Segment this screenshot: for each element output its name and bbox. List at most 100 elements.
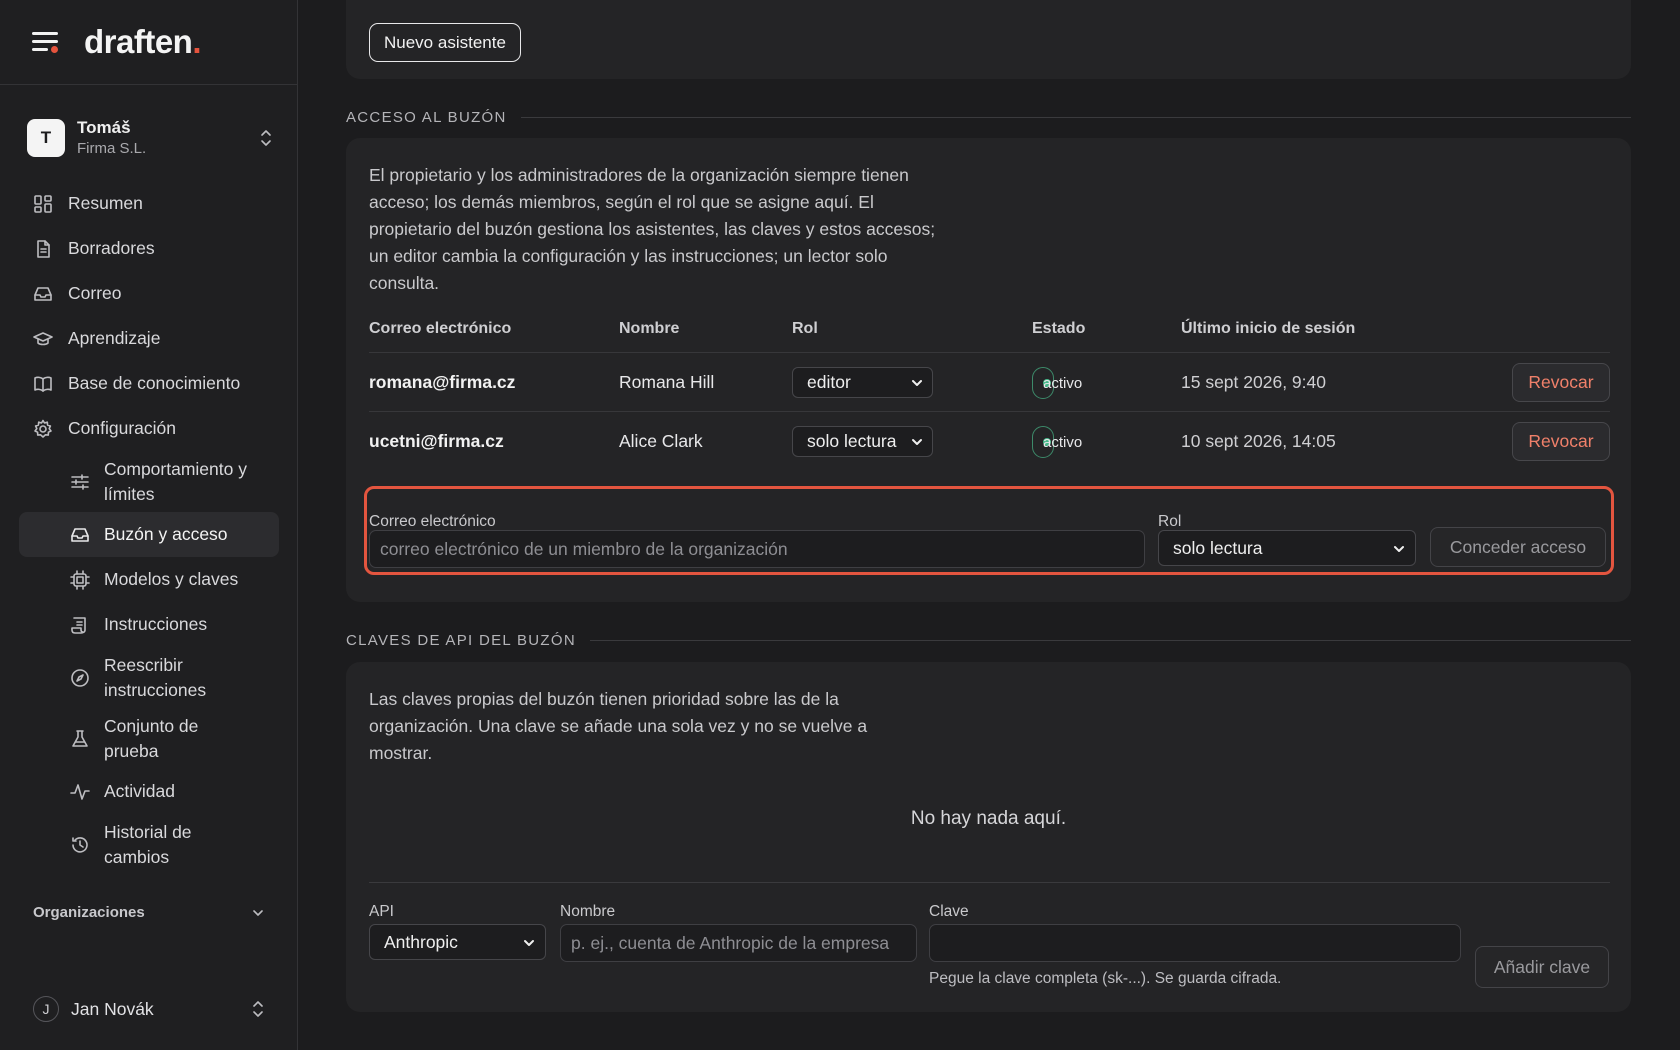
row-email: romana@firma.cz [369,372,516,392]
dashboard-icon [34,194,52,213]
inbox-icon [71,527,89,542]
column-header: Estado [1032,320,1086,337]
inbox-icon [34,286,52,301]
key-hint: Pegue la clave completa (sk-...). Se gua… [929,970,1282,987]
graduation-cap-icon [33,331,53,345]
sidebar-item-historial[interactable]: Historial de cambios [19,814,279,875]
sidebar-item-resumen[interactable]: Resumen [19,181,279,226]
menu-icon[interactable] [32,31,60,53]
account-org: Firma S.L. [77,140,147,158]
chevron-down-icon [253,909,263,916]
role-select[interactable]: editor [792,367,933,398]
main-content: Nuevo asistente ACCESO AL BUZÓN El propi… [298,0,1680,1050]
sidebar-item-label: Resumen [68,193,143,213]
avatar: T [27,119,65,157]
chevron-down-icon [912,380,922,386]
sidebar-item-label: Base de conocimiento [68,373,241,393]
column-header: Último inicio de sesión [1181,320,1356,337]
gear-icon [34,419,52,438]
sidebar-item-modelos-y-claves[interactable]: Modelos y claves [19,557,279,602]
status-badge: activo [1032,426,1082,458]
sidebar-item-label: Conjunto de prueba [104,716,199,761]
column-header: Correo electrónico [369,320,512,337]
grant-access-form: Correo electrónico correo electrónico de… [364,486,1614,575]
sidebar-item-correo[interactable]: Correo [19,271,279,316]
api-keys-card: Las claves propias del buzón tienen prio… [346,662,1631,1012]
email-label: Correo electrónico [369,513,496,530]
history-icon [72,836,88,853]
scroll-icon [71,616,86,634]
sidebar-item-label: Reescribir instrucciones [104,655,207,700]
sidebar-item-label: Aprendizaje [68,328,161,348]
chevron-down-icon [912,439,922,445]
user-name: Jan Novák [71,998,154,1019]
api-key-input[interactable] [929,924,1461,962]
key-name-label: Nombre [560,903,616,920]
access-description: El propietario y los administradores de … [369,165,936,293]
flask-icon [72,729,88,747]
sidebar-item-base-de-conocimiento[interactable]: Base de conocimiento [19,361,279,406]
organizations-label: Organizaciones [33,904,145,921]
row-name: Alice Clark [619,431,703,451]
role-label: Rol [1158,513,1182,530]
access-table-header: Correo electrónico Nombre Rol Estado Últ… [369,320,1610,350]
sidebar-nav: Resumen Borradores Correo Aprendizaje Ba… [19,181,279,875]
revoke-button[interactable]: Revocar [1512,422,1610,461]
column-header: Rol [792,320,818,337]
sidebar-item-label: Buzón y acceso [104,524,228,544]
sidebar-item-actividad[interactable]: Actividad [19,769,279,814]
table-row: romana@firma.cz Romana Hill editor activ… [369,352,1610,411]
access-card: El propietario y los administradores de … [346,138,1631,602]
organizations-toggle[interactable]: Organizaciones [33,904,265,921]
sidebar: draften. T Tomáš Firma S.L. Resumen Borr… [0,0,298,1050]
avatar: J [33,996,59,1022]
cpu-icon [70,569,90,590]
sidebar-item-buzon-y-acceso[interactable]: Buzón y acceso [19,512,279,557]
row-last-login: 10 sept 2026, 14:05 [1181,431,1336,451]
sidebar-item-label: Configuración [68,418,176,438]
new-assistant-button[interactable]: Nuevo asistente [369,23,521,62]
sidebar-item-conjunto-de-prueba[interactable]: Conjunto de prueba [19,708,279,769]
book-open-icon [34,376,52,392]
revoke-button[interactable]: Revocar [1512,363,1610,402]
row-email: ucetni@firma.cz [369,431,504,451]
user-switcher[interactable]: J Jan Novák [33,995,265,1023]
grant-access-button[interactable]: Conceder acceso [1430,527,1606,567]
sidebar-item-reescribir[interactable]: Reescribir instrucciones [19,647,279,708]
column-header: Nombre [619,320,680,337]
role-select[interactable]: solo lectura [792,426,933,457]
sidebar-item-label: Historial de cambios [104,822,192,867]
document-icon [37,239,50,258]
chevron-updown-icon [261,130,271,146]
sidebar-item-label: Instrucciones [104,614,208,634]
brand-logo[interactable]: draften. [84,23,201,61]
chevron-down-icon [524,940,534,946]
key-name-input[interactable]: p. ej., cuenta de Anthropic de la empres… [560,924,917,962]
sidebar-item-label: Borradores [68,238,155,258]
status-badge: activo [1032,367,1082,399]
api-provider-select[interactable]: Anthropic [369,924,546,960]
api-label: API [369,903,394,920]
sidebar-item-configuracion[interactable]: Configuración [19,406,279,451]
sidebar-item-label: Comportamiento y límites [104,459,247,504]
sidebar-item-comportamiento[interactable]: Comportamiento y límites [19,451,279,512]
chevron-down-icon [1394,546,1404,552]
key-label: Clave [929,903,969,920]
account-switcher[interactable]: T Tomáš Firma S.L. [27,118,273,158]
divider [369,882,1610,883]
chevron-updown-icon [253,1001,263,1017]
empty-state: No hay nada aquí. [910,808,1067,829]
sidebar-item-instrucciones[interactable]: Instrucciones [19,602,279,647]
sidebar-item-borradores[interactable]: Borradores [19,226,279,271]
row-last-login: 15 sept 2026, 9:40 [1181,372,1326,392]
brand-bar: draften. [0,0,297,85]
assistants-card: Nuevo asistente [346,0,1631,79]
access-section-title: ACCESO AL BUZÓN [346,109,1631,126]
sidebar-item-aprendizaje[interactable]: Aprendizaje [19,316,279,361]
add-key-button[interactable]: Añadir clave [1475,946,1609,988]
member-email-input[interactable]: correo electrónico de un miembro de la o… [369,530,1145,568]
table-row: ucetni@firma.cz Alice Clark solo lectura… [369,411,1610,470]
grant-role-select[interactable]: solo lectura [1158,530,1416,566]
compass-icon [71,668,89,687]
activity-icon [70,783,90,800]
